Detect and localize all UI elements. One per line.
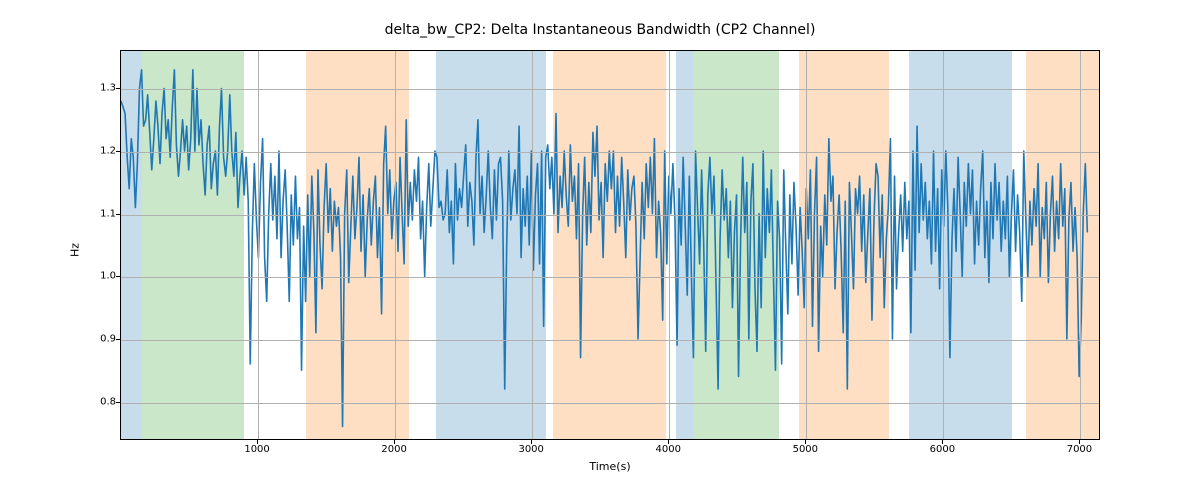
x-tick-label: 5000 xyxy=(793,444,818,455)
line-series xyxy=(121,51,1099,439)
y-tick-label: 1.2 xyxy=(76,145,116,156)
x-axis-label: Time(s) xyxy=(120,460,1100,473)
y-tick-label: 1.0 xyxy=(76,271,116,282)
x-tick-label: 1000 xyxy=(244,444,269,455)
gridline xyxy=(121,89,1099,90)
gridline xyxy=(121,152,1099,153)
gridline xyxy=(532,51,533,439)
gridline xyxy=(121,403,1099,404)
gridline xyxy=(943,51,944,439)
gridline xyxy=(669,51,670,439)
gridline xyxy=(1080,51,1081,439)
gridline xyxy=(121,215,1099,216)
x-tick-label: 4000 xyxy=(656,444,681,455)
gridline xyxy=(806,51,807,439)
y-tick-label: 1.1 xyxy=(76,208,116,219)
gridline xyxy=(258,51,259,439)
gridline xyxy=(121,340,1099,341)
plot-area xyxy=(120,50,1100,440)
chart-title: delta_bw_CP2: Delta Instantaneous Bandwi… xyxy=(0,22,1200,38)
gridline xyxy=(395,51,396,439)
figure: delta_bw_CP2: Delta Instantaneous Bandwi… xyxy=(0,0,1200,500)
x-tick-label: 3000 xyxy=(518,444,543,455)
x-tick-label: 6000 xyxy=(930,444,955,455)
y-axis-label: Hz xyxy=(69,243,82,257)
y-tick-label: 0.9 xyxy=(76,334,116,345)
x-tick-label: 2000 xyxy=(381,444,406,455)
y-tick-label: 0.8 xyxy=(76,397,116,408)
gridline xyxy=(121,277,1099,278)
x-tick-label: 7000 xyxy=(1067,444,1092,455)
y-tick-label: 1.3 xyxy=(76,82,116,93)
